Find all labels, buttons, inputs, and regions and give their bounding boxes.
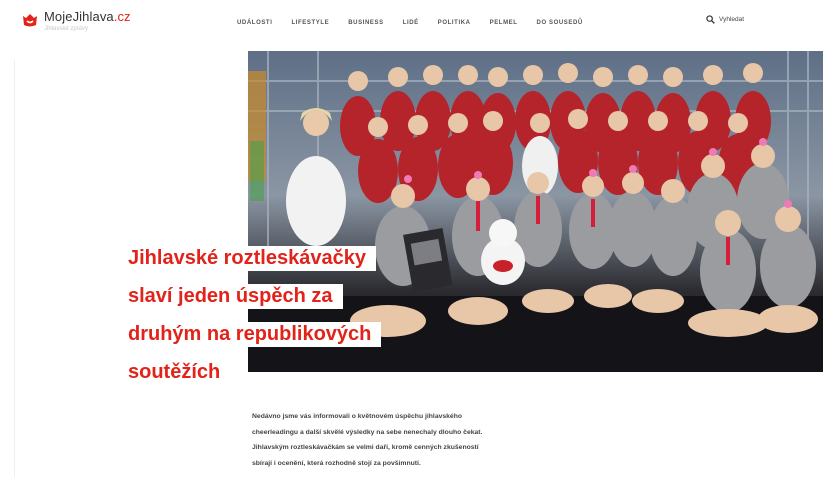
nav-item-politika[interactable]: POLITIKA bbox=[438, 19, 471, 27]
headline-line: druhým na republikových bbox=[118, 322, 382, 348]
intro-line: Jihlavským roztleskávačkám se velmi daří… bbox=[252, 444, 479, 451]
site-header: MojeJihlava.cz Jihlavské zprávy UDÁLOSTI… bbox=[0, 0, 823, 44]
intro-line: sbírají i ocenění, která rozhodně stojí … bbox=[252, 459, 421, 467]
nav-item-lide[interactable]: LIDÉ bbox=[403, 19, 419, 27]
headline-line: Jihlavské roztleskávačky bbox=[118, 246, 376, 272]
logo-name: MojeJihlava.cz bbox=[44, 9, 131, 24]
site-logo[interactable]: MojeJihlava.cz Jihlavské zprávy bbox=[22, 10, 131, 33]
nav-item-udalosti[interactable]: UDÁLOSTI bbox=[237, 19, 272, 27]
page-left-rule bbox=[14, 60, 15, 477]
intro-line: cheerleadingu a další skvělé výsledky na… bbox=[252, 428, 483, 436]
nav-item-lifestyle[interactable]: LIFESTYLE bbox=[291, 19, 329, 27]
article-headline[interactable]: Jihlavské roztleskávačky slaví jeden úsp… bbox=[118, 235, 408, 387]
nav-item-business[interactable]: BUSINESS bbox=[348, 19, 383, 27]
headline-line: soutěžích bbox=[118, 360, 231, 386]
logo-tld: .cz bbox=[113, 9, 131, 24]
search-icon bbox=[706, 15, 715, 24]
logo-tagline: Jihlavské zprávy bbox=[44, 26, 89, 32]
headline-line: slaví jeden úspěch za bbox=[118, 284, 343, 310]
main-nav: UDÁLOSTI LIFESTYLE BUSINESS LIDÉ POLITIK… bbox=[237, 19, 602, 27]
search-button[interactable]: Vyhledat bbox=[706, 15, 744, 24]
nav-item-pelmel[interactable]: PELMEL bbox=[490, 19, 518, 27]
article-intro: Nedávno jsme vás informovali o květnovém… bbox=[252, 409, 582, 471]
search-label: Vyhledat bbox=[719, 16, 745, 23]
crown-logo-icon bbox=[23, 14, 37, 27]
nav-item-do-sousedu[interactable]: DO SOUSEDŮ bbox=[537, 19, 583, 27]
intro-line: Nedávno jsme vás informovali o květnovém… bbox=[252, 413, 463, 420]
